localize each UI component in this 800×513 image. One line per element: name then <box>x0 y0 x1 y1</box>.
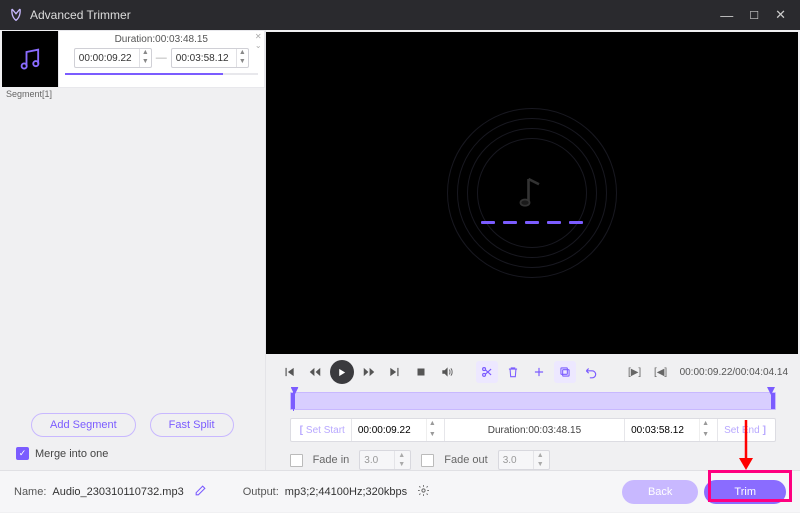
split-button[interactable] <box>476 361 498 383</box>
segment-progress <box>65 73 258 75</box>
undo-button[interactable] <box>580 361 602 383</box>
segment-start-spinner[interactable]: ▲▼ <box>74 48 152 68</box>
merge-checkbox-row[interactable]: ✓ Merge into one <box>16 447 249 460</box>
output-settings-button[interactable] <box>417 484 430 500</box>
merge-label: Merge into one <box>35 448 108 460</box>
prev-marker-button[interactable] <box>278 361 300 383</box>
name-value: Audio_230310110732.mp3 <box>52 486 183 498</box>
add-button[interactable] <box>528 361 550 383</box>
zoom-range-in-button[interactable]: [▶] <box>624 361 646 383</box>
range-start-spinner[interactable]: ▲▼ <box>352 419 445 441</box>
fade-in-spinner[interactable]: ▲▼ <box>359 450 411 470</box>
player-controls: [▶] [◀] 00:00:09.22/00:04:04.14 <box>278 360 788 384</box>
segment-info: ✕ ⌄ Duration:00:03:48.15 ▲▼ — ▲▼ <box>58 30 265 88</box>
output-label: Output: <box>243 486 279 498</box>
step-forward-button[interactable] <box>358 361 380 383</box>
window-title: Advanced Trimmer <box>30 8 720 22</box>
add-segment-button[interactable]: Add Segment <box>31 413 136 437</box>
segment-remove-icon[interactable]: ✕ <box>255 32 262 41</box>
chevron-up-icon[interactable]: ▲ <box>700 419 711 430</box>
timeline[interactable] <box>290 392 776 410</box>
playhead[interactable] <box>293 389 294 411</box>
edit-name-button[interactable] <box>194 484 207 500</box>
checkbox-checked-icon[interactable]: ✓ <box>16 447 29 460</box>
chevron-up-icon[interactable]: ▲ <box>140 49 151 58</box>
set-start-button[interactable]: [Set Start <box>291 419 352 441</box>
fast-split-button[interactable]: Fast Split <box>150 413 234 437</box>
segment-start-input[interactable] <box>75 53 139 64</box>
range-end-input[interactable] <box>631 425 699 436</box>
back-button[interactable]: Back <box>622 480 698 504</box>
stop-button[interactable] <box>410 361 432 383</box>
copy-button[interactable] <box>554 361 576 383</box>
delete-button[interactable] <box>502 361 524 383</box>
segment-duration-value: 00:03:48.15 <box>155 34 208 45</box>
fade-out-checkbox[interactable] <box>421 454 434 467</box>
chevron-down-icon[interactable]: ▼ <box>700 430 711 441</box>
fade-out-spinner[interactable]: ▲▼ <box>498 450 550 470</box>
range-duration: Duration:00:03:48.15 <box>445 419 625 441</box>
fade-out-input[interactable] <box>499 455 533 466</box>
chevron-up-icon[interactable]: ▲ <box>427 419 438 430</box>
maximize-button[interactable]: ☐ <box>749 9 759 22</box>
close-button[interactable]: ✕ <box>775 7 786 23</box>
chevron-up-icon[interactable]: ▲ <box>237 49 248 58</box>
fade-in-label: Fade in <box>313 454 350 466</box>
range-end-spinner[interactable]: ▲▼ <box>625 419 718 441</box>
zoom-range-out-button[interactable]: [◀] <box>650 361 672 383</box>
volume-button[interactable] <box>436 361 458 383</box>
minimize-button[interactable]: — <box>720 8 733 23</box>
range-dash: — <box>156 52 167 64</box>
audio-visual-icon <box>447 108 617 278</box>
step-back-button[interactable] <box>304 361 326 383</box>
segment-thumbnail[interactable] <box>2 31 58 87</box>
fade-in-input[interactable] <box>360 455 394 466</box>
playback-time: 00:00:09.22/00:04:04.14 <box>680 367 788 378</box>
trim-button[interactable]: Trim <box>704 480 786 504</box>
chevron-down-icon[interactable]: ▼ <box>237 58 248 67</box>
footer: Name: Audio_230310110732.mp3 Output: mp3… <box>0 470 800 512</box>
fade-in-checkbox[interactable] <box>290 454 303 467</box>
play-button[interactable] <box>330 360 354 384</box>
title-bar: Advanced Trimmer — ☐ ✕ <box>0 0 800 30</box>
next-marker-button[interactable] <box>384 361 406 383</box>
output-value: mp3;2;44100Hz;320kbps <box>285 486 407 498</box>
segment-end-input[interactable] <box>172 53 236 64</box>
fade-out-label: Fade out <box>444 454 487 466</box>
chevron-down-icon[interactable]: ▼ <box>427 430 438 441</box>
segment-collapse-icon[interactable]: ⌄ <box>255 41 262 50</box>
range-start-input[interactable] <box>358 425 426 436</box>
sidebar: Segment[1] ✕ ⌄ Duration:00:03:48.15 ▲▼ — <box>0 30 266 470</box>
name-label: Name: <box>14 486 46 498</box>
segment-duration-label: Duration: <box>115 34 156 45</box>
segment-end-spinner[interactable]: ▲▼ <box>171 48 249 68</box>
range-row: [Set Start ▲▼ Duration:00:03:48.15 ▲▼ Se… <box>290 418 776 442</box>
chevron-down-icon[interactable]: ▼ <box>140 58 151 67</box>
preview-pane <box>266 32 798 354</box>
set-end-button[interactable]: Set End] <box>718 419 775 441</box>
app-logo-icon <box>8 7 24 23</box>
